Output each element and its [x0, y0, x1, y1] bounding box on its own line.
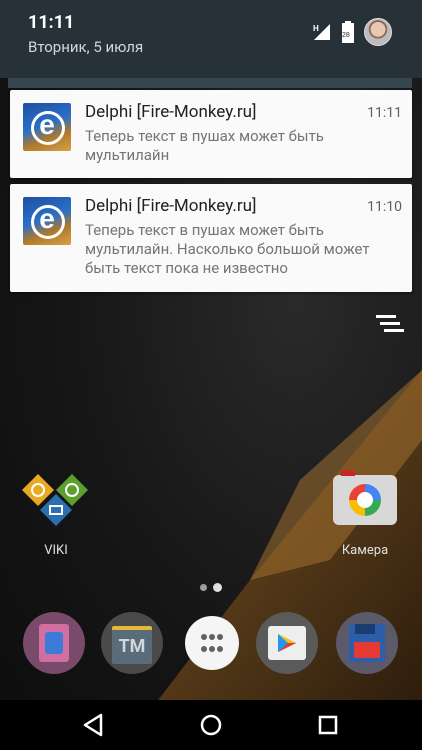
- notification-shade-header: 11:11 Вторник, 5 июля H 28: [0, 0, 422, 78]
- notification-text: Теперь текст в пушах может быть мультила…: [85, 221, 370, 277]
- viki-icon[interactable]: [20, 472, 92, 532]
- fire-monkey-app-icon: e: [23, 197, 71, 245]
- app-label-viki: VIKI: [44, 543, 68, 558]
- svg-text:H: H: [313, 24, 319, 33]
- shade-divider: [8, 78, 412, 88]
- recents-icon[interactable]: [313, 710, 343, 740]
- back-icon[interactable]: [79, 710, 109, 740]
- camera-icon[interactable]: [333, 470, 397, 525]
- tm-icon[interactable]: TM: [101, 612, 163, 674]
- contacts-icon[interactable]: [23, 612, 85, 674]
- page-indicator: [200, 583, 222, 592]
- app-label-camera: Камера: [341, 543, 389, 558]
- status-icons: H 28: [312, 18, 392, 46]
- fire-monkey-app-icon: e: [23, 103, 71, 151]
- play-store-icon[interactable]: [256, 612, 318, 674]
- battery-icon: 28: [342, 21, 354, 43]
- avatar[interactable]: [364, 18, 392, 46]
- signal-icon: H: [312, 22, 332, 42]
- notification-time: 11:10: [367, 199, 402, 215]
- save-icon[interactable]: [336, 612, 398, 674]
- notification-card[interactable]: e Delphi [Fire-Monkey.ru] 11:11 Теперь т…: [10, 90, 412, 178]
- notification-title: Delphi [Fire-Monkey.ru]: [85, 102, 257, 122]
- home-icon[interactable]: [196, 710, 226, 740]
- notification-text: Теперь текст в пушах может быть мультила…: [85, 127, 324, 164]
- app-drawer-icon[interactable]: [185, 616, 239, 670]
- notification-card[interactable]: e Delphi [Fire-Monkey.ru] 11:10 Теперь т…: [10, 184, 412, 292]
- clear-all-button[interactable]: [372, 313, 404, 337]
- notification-time: 11:11: [367, 105, 402, 121]
- svg-text:28: 28: [342, 32, 350, 39]
- clock: 11:11: [28, 12, 75, 33]
- date-label: Вторник, 5 июля: [28, 38, 144, 56]
- notification-title: Delphi [Fire-Monkey.ru]: [85, 196, 257, 216]
- navigation-bar: [0, 700, 422, 750]
